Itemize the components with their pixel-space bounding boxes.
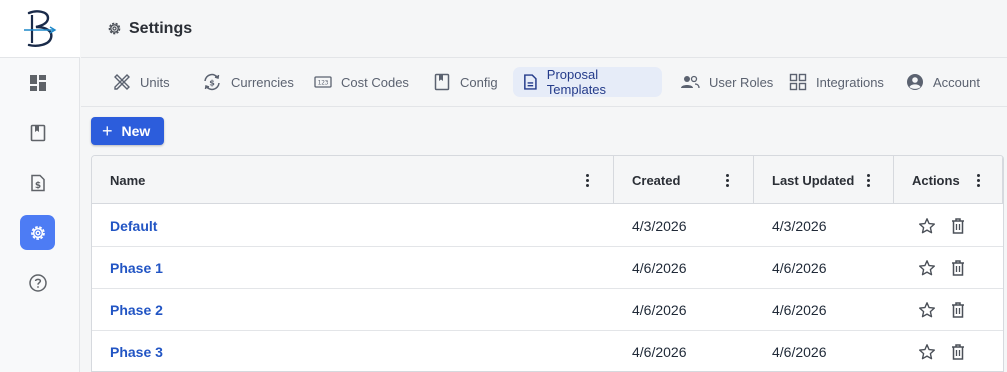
tab-cost-codes[interactable]: 123 Cost Codes: [304, 67, 419, 97]
tab-user-roles[interactable]: User Roles: [670, 67, 783, 97]
page-title: Settings: [129, 19, 193, 37]
tab-units[interactable]: Units: [103, 67, 180, 97]
created-date: 4/6/2026: [632, 302, 687, 318]
tab-label: Integrations: [816, 74, 884, 90]
template-name-link[interactable]: Default: [110, 205, 157, 247]
column-menu-icon[interactable]: [866, 174, 870, 187]
column-resize-handle[interactable]: [613, 156, 614, 204]
tab-label: Units: [140, 74, 170, 90]
new-template-button[interactable]: + New: [91, 117, 164, 145]
bookmark-icon: [434, 73, 450, 91]
app-logo[interactable]: [0, 0, 80, 58]
dollar-document-icon: $: [30, 174, 45, 191]
plus-icon: +: [102, 121, 113, 141]
tab-label: Currencies: [231, 74, 294, 90]
rail-dashboard-button[interactable]: [20, 65, 55, 100]
updated-date: 4/6/2026: [772, 302, 827, 318]
created-date: 4/6/2026: [632, 260, 687, 276]
tab-config[interactable]: Config: [423, 67, 508, 97]
svg-text:123: 123: [318, 80, 329, 87]
template-name-link[interactable]: Phase 2: [110, 289, 163, 331]
template-name-link[interactable]: Phase 3: [110, 331, 163, 371]
column-resize-handle[interactable]: [893, 156, 894, 204]
help-circle-icon: [28, 273, 47, 292]
table-row: Phase 2 4/6/2026 4/6/2026: [92, 289, 1003, 331]
table-row: Default 4/3/2026 4/3/2026: [92, 205, 1003, 247]
trash-icon[interactable]: [948, 258, 968, 278]
table-row: Phase 1 4/6/2026 4/6/2026: [92, 247, 1003, 289]
cost-code-icon: 123: [314, 76, 332, 88]
tab-label: User Roles: [709, 74, 774, 90]
gear-icon: [30, 225, 45, 240]
svg-text:$: $: [209, 79, 215, 88]
new-button-label: New: [121, 123, 151, 139]
created-date: 4/6/2026: [632, 344, 687, 360]
rail-help-button[interactable]: [20, 265, 55, 300]
trash-icon[interactable]: [948, 342, 968, 362]
page-header: Settings: [81, 0, 1007, 58]
table-header: Name Created Last Updated Actions: [92, 156, 1003, 204]
tab-label: Account: [933, 74, 980, 90]
column-resize-handle[interactable]: [753, 156, 754, 204]
tab-label: Cost Codes: [341, 74, 409, 90]
settings-tabs: Units $ Currencies 123 Cost Codes Config…: [81, 59, 1007, 107]
document-icon: [524, 74, 537, 90]
currency-exchange-icon: $: [204, 73, 220, 91]
column-header-name[interactable]: Name: [110, 156, 145, 204]
left-rail: $: [0, 0, 80, 372]
star-icon[interactable]: [917, 342, 937, 362]
svg-text:$: $: [34, 181, 40, 191]
updated-date: 4/6/2026: [772, 260, 827, 276]
users-icon: [681, 75, 700, 89]
tab-label: Proposal Templates: [546, 67, 607, 97]
updated-date: 4/3/2026: [772, 218, 827, 234]
column-header-last-updated[interactable]: Last Updated: [772, 156, 854, 204]
rail-book-button[interactable]: [20, 115, 55, 150]
grid-icon: [789, 73, 807, 91]
gear-icon: [108, 22, 121, 35]
column-resize-handle[interactable]: [1002, 156, 1003, 204]
table-row: Phase 3 4/6/2026 4/6/2026: [92, 331, 1003, 371]
column-menu-icon[interactable]: [585, 174, 589, 187]
column-menu-icon[interactable]: [725, 174, 729, 187]
tab-label: Config: [460, 74, 498, 90]
column-menu-icon[interactable]: [976, 174, 980, 187]
tab-currencies[interactable]: $ Currencies: [192, 67, 304, 97]
book-icon: [30, 124, 45, 141]
account-circle-icon: [907, 74, 923, 90]
star-icon[interactable]: [917, 300, 937, 320]
updated-date: 4/6/2026: [772, 344, 827, 360]
template-name-link[interactable]: Phase 1: [110, 247, 163, 289]
star-icon[interactable]: [917, 216, 937, 236]
rail-settings-button[interactable]: [20, 215, 55, 250]
star-icon[interactable]: [917, 258, 937, 278]
rail-billing-button[interactable]: $: [20, 165, 55, 200]
templates-table: Name Created Last Updated Actions Defaul…: [91, 155, 1004, 372]
dashboard-icon: [29, 74, 46, 91]
trash-icon[interactable]: [948, 216, 968, 236]
column-header-created[interactable]: Created: [632, 156, 680, 204]
created-date: 4/3/2026: [632, 218, 687, 234]
tab-account[interactable]: Account: [896, 67, 990, 97]
logo-icon: [24, 9, 57, 47]
trash-icon[interactable]: [948, 300, 968, 320]
tab-proposal-templates[interactable]: Proposal Templates: [513, 67, 662, 97]
tab-integrations[interactable]: Integrations: [779, 67, 894, 97]
ruler-pencil-icon: [114, 74, 130, 90]
column-header-actions[interactable]: Actions: [912, 156, 960, 204]
